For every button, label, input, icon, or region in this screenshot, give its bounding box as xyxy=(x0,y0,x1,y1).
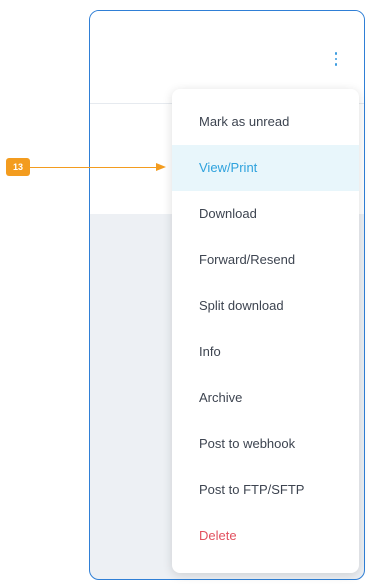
kebab-dot xyxy=(334,57,338,61)
menu-item-split-download[interactable]: Split download xyxy=(172,283,359,329)
more-vertical-icon[interactable] xyxy=(326,48,346,70)
step-number-badge: 13 xyxy=(6,158,30,176)
menu-item-info[interactable]: Info xyxy=(172,329,359,375)
menu-item-post-to-webhook[interactable]: Post to webhook xyxy=(172,421,359,467)
menu-item-download[interactable]: Download xyxy=(172,191,359,237)
menu-item-view-print[interactable]: View/Print xyxy=(172,145,359,191)
annotation-arrow-line xyxy=(30,167,158,168)
menu-item-mark-as-unread[interactable]: Mark as unread xyxy=(172,99,359,145)
actions-dropdown-menu: Mark as unread View/Print Download Forwa… xyxy=(172,89,359,573)
menu-item-forward-resend[interactable]: Forward/Resend xyxy=(172,237,359,283)
kebab-dot xyxy=(334,52,338,55)
menu-item-delete[interactable]: Delete xyxy=(172,513,359,559)
menu-item-post-to-ftp-sftp[interactable]: Post to FTP/SFTP xyxy=(172,467,359,513)
menu-item-archive[interactable]: Archive xyxy=(172,375,359,421)
kebab-dot xyxy=(334,63,338,66)
arrow-right-icon xyxy=(156,163,166,171)
screenshot-stage: Mark as unread View/Print Download Forwa… xyxy=(0,0,368,584)
